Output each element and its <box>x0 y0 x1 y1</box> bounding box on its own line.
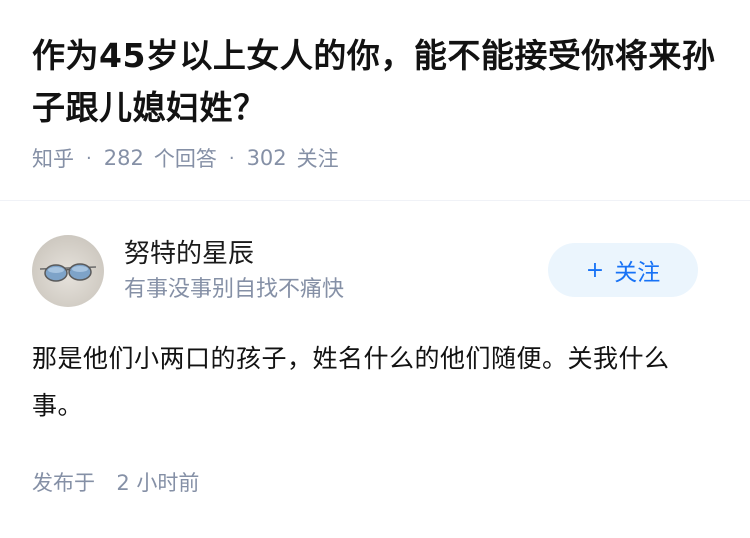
question-header: 作为45岁以上女人的你，能不能接受你将来孙子跟儿媳妇姓？ 知乎 · 282 个回… <box>0 0 750 171</box>
author-info: 努特的星辰 有事没事别自找不痛快 <box>124 236 344 306</box>
source-label[interactable]: 知乎 <box>32 143 74 173</box>
section-divider <box>0 200 750 201</box>
author-bio: 有事没事别自找不痛快 <box>124 277 345 302</box>
answer-count[interactable]: 282 <box>104 146 144 170</box>
answer-card: 努特的星辰 有事没事别自找不痛快 + 关注 那是他们小两口的孩子，姓名什么的他们… <box>0 235 750 497</box>
author-row: 努特的星辰 有事没事别自找不痛快 + 关注 <box>32 235 718 307</box>
follow-button-label: 关注 <box>614 260 661 286</box>
answer-content: 那是他们小两口的孩子，姓名什么的他们随便。关我什么事。 <box>32 344 670 420</box>
answer-count-label[interactable]: 个回答 <box>154 143 217 173</box>
follower-count-label[interactable]: 关注 <box>297 143 339 173</box>
publish-prefix: 发布于 <box>32 471 95 495</box>
follow-button[interactable]: + 关注 <box>548 243 698 297</box>
question-meta: 知乎 · 282 个回答 · 302 关注 <box>32 138 718 178</box>
separator-dot: · <box>86 147 92 169</box>
publish-time: 发布于 2 小时前 <box>32 467 718 497</box>
sunglasses-avatar-icon <box>39 263 97 282</box>
publish-time-value: 2 小时前 <box>116 471 200 495</box>
question-title[interactable]: 作为45岁以上女人的你，能不能接受你将来孙子跟儿媳妇姓？ <box>32 30 718 134</box>
avatar[interactable] <box>32 235 104 307</box>
author-name[interactable]: 努特的星辰 <box>124 236 344 272</box>
separator-dot: · <box>228 147 235 169</box>
follower-count[interactable]: 302 <box>247 146 287 170</box>
plus-icon: + <box>585 257 605 283</box>
